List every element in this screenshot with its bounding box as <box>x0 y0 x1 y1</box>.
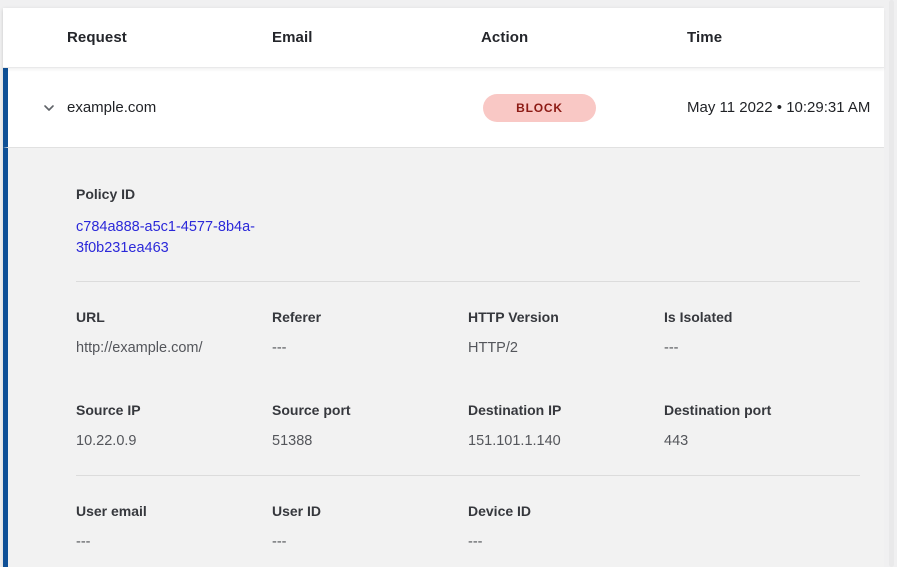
field-label: URL <box>76 309 272 325</box>
field-device-id: Device ID --- <box>468 503 664 550</box>
field-is-isolated: Is Isolated --- <box>664 309 860 356</box>
table-row[interactable]: example.com BLOCK May 11 2022 • 10:29:31… <box>3 68 884 147</box>
column-header-action: Action <box>481 29 687 46</box>
table-header-row: Request Email Action Time <box>3 8 884 68</box>
field-user-id: User ID --- <box>272 503 468 550</box>
field-user-email: User email --- <box>76 503 272 550</box>
field-label: Destination port <box>664 402 860 418</box>
field-referer: Referer --- <box>272 309 468 356</box>
row-request-value: example.com <box>67 99 272 116</box>
section-divider <box>76 475 860 476</box>
column-header-request: Request <box>67 29 272 46</box>
field-label: Source port <box>272 402 468 418</box>
field-http-version: HTTP Version HTTP/2 <box>468 309 664 356</box>
field-source-ip: Source IP 10.22.0.9 <box>76 402 272 449</box>
detail-fields-grid: URL http://example.com/ Referer --- HTTP… <box>76 309 860 449</box>
field-label: Destination IP <box>468 402 664 418</box>
field-value: --- <box>664 340 860 356</box>
row-details-panel: Policy ID c784a888-a5c1-4577-8b4a-3f0b23… <box>3 147 884 567</box>
log-table-card: Request Email Action Time example.com BL… <box>3 8 884 567</box>
field-value: 51388 <box>272 433 468 449</box>
field-value: http://example.com/ <box>76 340 272 356</box>
field-value: --- <box>272 534 468 550</box>
field-url: URL http://example.com/ <box>76 309 272 356</box>
field-source-port: Source port 51388 <box>272 402 468 449</box>
field-label: HTTP Version <box>468 309 664 325</box>
field-label: Device ID <box>468 503 664 519</box>
field-destination-port: Destination port 443 <box>664 402 860 449</box>
section-divider <box>76 281 860 282</box>
field-value: 151.101.1.140 <box>468 433 664 449</box>
policy-id-link[interactable]: c784a888-a5c1-4577-8b4a-3f0b231ea463 <box>76 217 272 259</box>
page-gutter <box>884 0 897 567</box>
field-destination-ip: Destination IP 151.101.1.140 <box>468 402 664 449</box>
log-page: Request Email Action Time example.com BL… <box>0 0 897 567</box>
user-fields-grid: User email --- User ID --- Device ID --- <box>76 503 860 550</box>
field-label: User ID <box>272 503 468 519</box>
field-value: HTTP/2 <box>468 340 664 356</box>
field-label: Source IP <box>76 402 272 418</box>
policy-id-section: Policy ID c784a888-a5c1-4577-8b4a-3f0b23… <box>76 186 860 259</box>
column-header-time: Time <box>687 29 884 46</box>
field-value: 10.22.0.9 <box>76 433 272 449</box>
policy-id-label: Policy ID <box>76 186 860 202</box>
chevron-down-icon[interactable] <box>41 100 57 116</box>
field-label: Is Isolated <box>664 309 860 325</box>
field-value: --- <box>272 340 468 356</box>
action-block-badge: BLOCK <box>483 94 596 122</box>
row-expander[interactable] <box>8 100 67 116</box>
scrollbar-track[interactable] <box>889 0 894 567</box>
field-label: User email <box>76 503 272 519</box>
field-label: Referer <box>272 309 468 325</box>
field-value: --- <box>468 534 664 550</box>
field-value: --- <box>76 534 272 550</box>
column-header-email: Email <box>272 29 481 46</box>
row-time-value: May 11 2022 • 10:29:31 AM <box>687 96 877 120</box>
field-value: 443 <box>664 433 860 449</box>
row-action-cell: BLOCK <box>481 94 687 122</box>
